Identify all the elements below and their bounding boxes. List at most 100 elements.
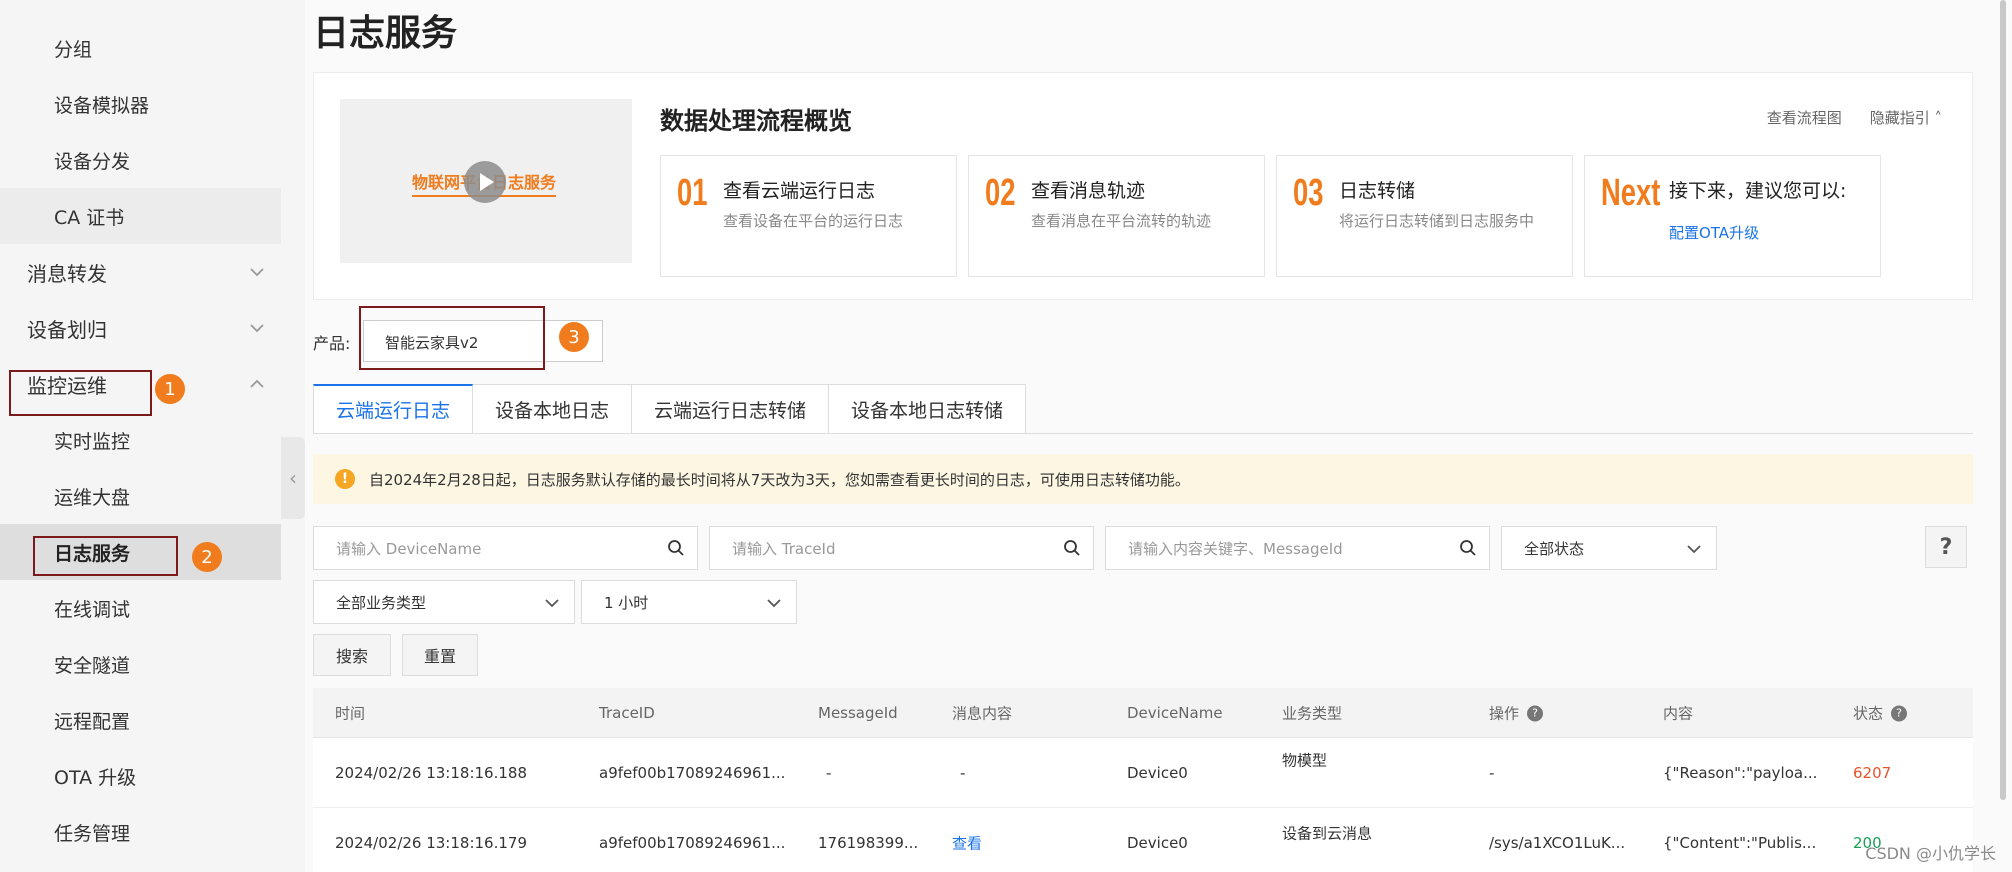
column-header-traceid: TraceID (599, 703, 655, 722)
chevron-up-icon: ˄ (1934, 109, 1943, 127)
guide-step-3[interactable]: 03 日志转储 将运行日志转储到日志服务中 (1276, 155, 1573, 277)
sidebar-item-ca-cert[interactable]: CA 证书 (0, 188, 281, 244)
tab-cloud-log-dump[interactable]: 云端运行日志转储 (632, 384, 830, 434)
sidebar-item-label: 在线调试 (54, 598, 131, 621)
column-header-operation-label: 操作 (1489, 704, 1520, 722)
main-content: 日志服务 物联网平台日志服务 数据处理流程概览 查看流程图 隐藏指引 ˄ 01 … (305, 0, 2012, 872)
cell-biz-type: 物模型 (1282, 751, 1328, 770)
tab-device-local-log[interactable]: 设备本地日志 (473, 384, 633, 434)
step-number: Next (1601, 172, 1661, 214)
play-icon[interactable] (464, 161, 506, 203)
sidebar-item-label: 运维大盘 (54, 486, 131, 509)
cell-message-content: - (960, 763, 966, 782)
time-range-select[interactable]: 1 小时 (581, 580, 797, 624)
annotation-box-2 (33, 536, 178, 576)
page-scrollbar[interactable] (2000, 0, 2006, 800)
notice-text: 自2024年2月28日起，日志服务默认存储的最长时间将从7天改为3天，您如需查看… (369, 470, 1190, 489)
step-description: 查看消息在平台流转的轨迹 (1031, 212, 1212, 230)
biz-type-select[interactable]: 全部业务类型 (313, 580, 575, 624)
sidebar-item-remote-config[interactable]: 远程配置 (0, 692, 281, 748)
watermark: CSDN @小仇学长 (1865, 844, 1996, 863)
guide-step-2[interactable]: 02 查看消息轨迹 查看消息在平台流转的轨迹 (968, 155, 1265, 277)
trace-id-placeholder: 请输入 TraceId (732, 539, 836, 558)
status-select[interactable]: 全部状态 (1501, 526, 1717, 570)
cell-operation: /sys/a1XCO1LuK... (1489, 833, 1626, 852)
sidebar-collapse-handle[interactable]: ‹ (281, 437, 305, 519)
sidebar-item-group[interactable]: 分组 (0, 20, 281, 76)
step-number: 01 (677, 172, 708, 214)
table-header: 时间 TraceID MessageId 消息内容 DeviceName 业务类… (313, 688, 1973, 738)
guide-title: 数据处理流程概览 (660, 107, 852, 135)
device-name-input[interactable]: 请输入 DeviceName (313, 526, 698, 570)
tab-cloud-log[interactable]: 云端运行日志 (313, 384, 474, 434)
sidebar-group-message-forwarding[interactable]: 消息转发 (0, 244, 281, 300)
search-button[interactable]: 搜索 (313, 634, 391, 676)
notice-banner: ! 自2024年2月28日起，日志服务默认存储的最长时间将从7天改为3天，您如需… (313, 454, 1973, 504)
tabs-divider (313, 433, 1973, 434)
cell-messageid: - (826, 763, 832, 782)
sidebar-group-label: 设备划归 (27, 317, 107, 342)
view-flowchart-link[interactable]: 查看流程图 (1767, 107, 1842, 128)
step-number: 03 (1293, 172, 1324, 214)
help-button[interactable]: ? (1925, 526, 1967, 568)
table-row[interactable]: 2024/02/26 13:18:16.188 a9fef00b17089246… (313, 738, 1973, 808)
sidebar-item-task-management[interactable]: 任务管理 (0, 804, 281, 860)
search-icon[interactable] (1459, 539, 1477, 557)
chevron-down-icon (767, 599, 781, 608)
search-icon[interactable] (667, 539, 685, 557)
sidebar-item-label: 远程配置 (54, 710, 131, 733)
step-title: 查看消息轨迹 (1031, 180, 1146, 202)
sidebar-item-label: 实时监控 (54, 430, 131, 453)
column-header-biz-type: 业务类型 (1282, 704, 1343, 722)
cell-operation: - (1489, 763, 1495, 782)
table-row[interactable]: 2024/02/26 13:18:16.179 a9fef00b17089246… (313, 808, 1973, 872)
sidebar-item-device-distribution[interactable]: 设备分发 (0, 132, 281, 188)
column-header-message-content: 消息内容 (952, 704, 1013, 722)
sidebar-item-ota[interactable]: OTA 升级 (0, 748, 281, 804)
content-keyword-placeholder: 请输入内容关键字、MessageId (1128, 539, 1343, 558)
tab-device-local-log-dump[interactable]: 设备本地日志转储 (829, 384, 1027, 434)
chevron-down-icon (545, 599, 559, 608)
step-title: 日志转储 (1339, 180, 1416, 202)
step-title: 接下来，建议您可以: (1669, 180, 1847, 202)
intro-video[interactable]: 物联网平台日志服务 (340, 99, 632, 263)
cell-biz-type: 设备到云消息 (1282, 824, 1373, 843)
page-title: 日志服务 (313, 13, 458, 54)
step-title: 查看云端运行日志 (723, 180, 876, 202)
biz-type-select-value: 全部业务类型 (336, 593, 427, 612)
sidebar-item-device-simulator[interactable]: 设备模拟器 (0, 76, 281, 132)
log-table: 时间 TraceID MessageId 消息内容 DeviceName 业务类… (313, 688, 1973, 872)
search-icon[interactable] (1063, 539, 1081, 557)
view-message-link[interactable]: 查看 (952, 832, 982, 853)
column-header-devicename: DeviceName (1127, 703, 1223, 722)
sidebar-item-label: OTA 升级 (54, 766, 137, 789)
sidebar-item-label: 安全隧道 (54, 654, 131, 677)
sidebar-item-label: 设备分发 (54, 150, 131, 173)
sidebar-group-device-assignment[interactable]: 设备划归 (0, 300, 281, 356)
content-keyword-input[interactable]: 请输入内容关键字、MessageId (1105, 526, 1490, 570)
annotation-badge-1: 1 (155, 374, 185, 404)
time-range-select-value: 1 小时 (604, 593, 649, 612)
guide-links: 查看流程图 隐藏指引 ˄ (1767, 107, 1942, 128)
product-label: 产品: (313, 334, 351, 353)
cell-devicename: Device0 (1127, 833, 1188, 852)
hide-guide-link[interactable]: 隐藏指引 ˄ (1870, 107, 1942, 128)
sidebar-item-online-debug[interactable]: 在线调试 (0, 580, 281, 636)
guide-step-next: Next 接下来，建议您可以: 配置OTA升级 (1584, 155, 1881, 277)
help-icon[interactable]: ? (1527, 705, 1544, 722)
cell-time: 2024/02/26 13:18:16.188 (335, 763, 527, 782)
warning-icon: ! (335, 469, 355, 489)
trace-id-input[interactable]: 请输入 TraceId (709, 526, 1094, 570)
help-icon[interactable]: ? (1891, 705, 1908, 722)
sidebar-item-realtime-monitor[interactable]: 实时监控 (0, 412, 281, 468)
sidebar-item-ops-dashboard[interactable]: 运维大盘 (0, 468, 281, 524)
step-description: 查看设备在平台的运行日志 (723, 212, 904, 230)
configure-ota-link[interactable]: 配置OTA升级 (1669, 222, 1759, 243)
step-description: 将运行日志转储到日志服务中 (1339, 212, 1535, 230)
sidebar-item-label: 任务管理 (54, 822, 131, 845)
reset-button[interactable]: 重置 (402, 634, 478, 676)
sidebar-item-secure-tunnel[interactable]: 安全隧道 (0, 636, 281, 692)
step-number: 02 (985, 172, 1016, 214)
guide-step-1[interactable]: 01 查看云端运行日志 查看设备在平台的运行日志 (660, 155, 957, 277)
cell-content: {"Reason":"payloa... (1663, 763, 1818, 782)
